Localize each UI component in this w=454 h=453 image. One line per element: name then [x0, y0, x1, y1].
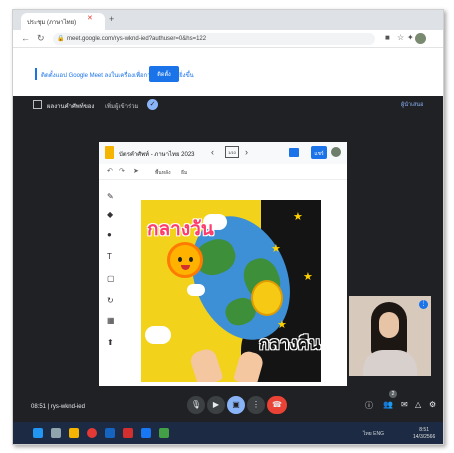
install-button[interactable]: ติดตั้ง — [149, 66, 179, 82]
presenter-title: ผลงานคำศัพท์ของ — [47, 104, 95, 110]
cloud-illustration — [187, 284, 205, 296]
file-explorer-icon[interactable] — [69, 428, 79, 438]
extension-icon[interactable]: ✦ — [407, 33, 414, 42]
mic-icon: 🎙 — [190, 400, 202, 409]
more-options-button[interactable]: ⋮ — [247, 396, 265, 414]
slide-counter: 1/10 — [225, 146, 239, 158]
self-view-tile[interactable]: ⋮ — [349, 296, 431, 376]
bookmark-star-icon[interactable]: ☆ — [397, 33, 404, 42]
install-banner: ติดตั้งแอป Google Meet ลงในเครื่องเพื่อก… — [13, 48, 443, 96]
opera-icon[interactable] — [123, 428, 133, 438]
line-icon[interactable] — [159, 428, 169, 438]
marker-icon[interactable]: ◆ — [107, 210, 113, 219]
previous-slide-icon[interactable]: ‹ — [211, 147, 214, 157]
facebook-icon[interactable] — [141, 428, 151, 438]
slide-canvas: ★ ★ ★ ★ กลางวัน กลางคืน — [141, 200, 321, 382]
sun-eye — [189, 257, 193, 262]
slide-title-night: กลางคืน — [259, 334, 321, 354]
sun-eye — [178, 257, 182, 262]
present-button[interactable]: ▣ — [227, 396, 245, 414]
clock-time: 8:51 — [419, 427, 429, 433]
screenshot-frame: ประชุม (ภาษาไทย) ✕ + ← ↻ 🔒 meet.google.c… — [12, 9, 444, 445]
background-menu[interactable]: พื้นหลัง — [155, 169, 171, 177]
next-slide-icon[interactable]: › — [245, 147, 248, 157]
browser-tab-strip: ประชุม (ภาษาไทย) ✕ + — [13, 10, 443, 30]
presentation-subtitle[interactable]: เพิ่มผู้เข้าร่วม — [105, 101, 139, 111]
star-icon: ★ — [271, 243, 281, 255]
sun-mouth — [181, 265, 190, 270]
browser-toolbar: ← ↻ 🔒 meet.google.com/rys-wknd-ied?authu… — [13, 30, 443, 48]
address-bar[interactable]: 🔒 meet.google.com/rys-wknd-ied?authuser=… — [53, 33, 375, 45]
tab-title: ประชุม (ภาษาไทย) — [27, 20, 77, 26]
reload-icon[interactable]: ↻ — [37, 33, 45, 44]
pointer-icon[interactable]: ⬆ — [107, 338, 114, 347]
theme-menu[interactable]: ธีม — [181, 169, 187, 177]
profile-avatar[interactable] — [415, 33, 426, 44]
activities-icon[interactable]: △ — [415, 400, 421, 409]
banner-accent — [35, 68, 37, 80]
participant-body — [363, 350, 417, 376]
meeting-time-code: 08:51 | rys-wknd-ied — [31, 404, 85, 410]
slides-side-tools: ✎ ◆ ● T ▢ ↻ ▦ ⬆ — [99, 180, 125, 386]
star-icon: ★ — [303, 271, 313, 283]
redo-icon[interactable]: ↷ — [119, 167, 125, 175]
presenter-label[interactable]: ผู้นำเสนอ — [401, 101, 423, 109]
cloud-illustration — [145, 326, 171, 344]
meet-call-area: ผลงานคำศัพท์ของ เพิ่มผู้เข้าร่วม ✓ ผู้นำ… — [13, 96, 443, 422]
participant-count-badge: 2 — [389, 390, 397, 398]
slides-toolbar: ↶ ↷ ➤ พื้นหลัง ธีม — [99, 164, 347, 180]
laser-pointer-icon[interactable]: ● — [107, 230, 112, 239]
slides-logo-icon — [105, 146, 114, 159]
meet-header: ผลงานคำศัพท์ของ เพิ่มผู้เข้าร่วม ✓ ผู้นำ… — [13, 96, 443, 114]
host-controls-icon[interactable]: ⚙ — [429, 400, 436, 409]
os-taskbar: ไทย ENG 8:51 14/3/2566 — [13, 422, 443, 444]
moon-character-illustration — [251, 280, 283, 316]
sun-character-illustration — [167, 242, 203, 278]
new-tab-icon[interactable]: + — [109, 14, 114, 24]
present-icon: ▣ — [232, 400, 240, 409]
share-button[interactable]: แชร์ — [311, 146, 327, 159]
grid-icon[interactable]: ▦ — [107, 316, 115, 325]
word-icon[interactable] — [105, 428, 115, 438]
clock-date: 14/3/2566 — [413, 434, 436, 440]
camera-button[interactable]: ▶ — [207, 396, 225, 414]
star-icon: ★ — [293, 211, 303, 223]
chrome-icon[interactable] — [87, 428, 97, 438]
undo-icon[interactable]: ↶ — [107, 167, 113, 175]
chat-icon[interactable]: ✉ — [401, 400, 408, 409]
camera-icon: ▶ — [212, 400, 220, 409]
mic-button[interactable]: 🎙 — [187, 396, 205, 414]
system-tray[interactable]: ไทย ENG — [363, 430, 384, 438]
cursor-icon[interactable]: ➤ — [133, 167, 139, 175]
shape-icon[interactable]: ▢ — [107, 274, 115, 283]
back-icon[interactable]: ← — [21, 33, 30, 43]
slideshow-button[interactable] — [289, 148, 299, 157]
more-options-icon[interactable]: ⋮ — [419, 300, 428, 309]
taskbar-clock[interactable]: 8:51 14/3/2566 — [413, 427, 435, 441]
pen-icon[interactable]: ✎ — [107, 192, 114, 201]
text-tool-icon[interactable]: T — [107, 252, 112, 261]
info-icon[interactable]: ⓘ — [365, 400, 373, 411]
shared-screen: บัตรคำศัพท์ - ภาษาไทย 2023 ‹ 1/10 › แชร์… — [99, 142, 347, 386]
call-end-icon: ☎ — [272, 400, 282, 409]
tab-close-icon[interactable]: ✕ — [87, 14, 93, 22]
document-title: บัตรคำศัพท์ - ภาษาไทย 2023 — [119, 152, 195, 158]
lock-icon: 🔒 — [57, 36, 65, 42]
start-icon[interactable] — [33, 428, 43, 438]
address-url: meet.google.com/rys-wknd-ied?authuser=0&… — [67, 36, 207, 42]
search-icon[interactable] — [51, 428, 61, 438]
editor-avatar[interactable] — [331, 147, 341, 157]
camera-permission-icon[interactable]: ■ — [385, 33, 390, 42]
hand-illustration — [188, 346, 224, 382]
leave-call-button[interactable]: ☎ — [267, 396, 287, 414]
people-icon[interactable]: 👥 — [383, 400, 393, 409]
verified-check-icon: ✓ — [147, 99, 158, 110]
slides-editor-header: บัตรคำศัพท์ - ภาษาไทย 2023 ‹ 1/10 › แชร์ — [99, 142, 347, 164]
more-vert-icon: ⋮ — [252, 400, 260, 409]
presentation-icon — [33, 100, 42, 109]
rotate-icon[interactable]: ↻ — [107, 296, 114, 305]
participant-face — [379, 312, 399, 338]
slide-title-day: กลางวัน — [147, 218, 214, 240]
